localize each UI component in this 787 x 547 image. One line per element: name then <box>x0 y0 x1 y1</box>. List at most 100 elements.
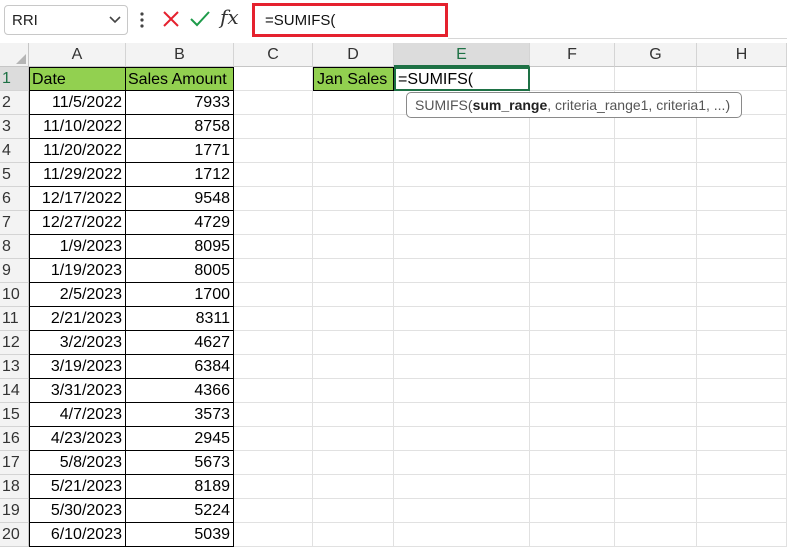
cell-c6[interactable] <box>234 187 313 211</box>
cell-e13[interactable] <box>394 355 530 379</box>
cell-f5[interactable] <box>530 163 615 187</box>
cell-c19[interactable] <box>234 499 313 523</box>
cell-g8[interactable] <box>615 235 697 259</box>
column-header-f[interactable]: F <box>530 43 615 67</box>
cell-h4[interactable] <box>697 139 787 163</box>
cell-f9[interactable] <box>530 259 615 283</box>
cell-c13[interactable] <box>234 355 313 379</box>
cell-e10[interactable] <box>394 283 530 307</box>
cell-e16[interactable] <box>394 427 530 451</box>
column-header-b[interactable]: B <box>126 43 234 67</box>
cell-b11[interactable]: 8311 <box>126 307 234 331</box>
insert-function-icon[interactable]: fx <box>220 5 239 29</box>
cell-e15[interactable] <box>394 403 530 427</box>
cell-b13[interactable]: 6384 <box>126 355 234 379</box>
cell-d20[interactable] <box>313 523 394 547</box>
cell-a15[interactable]: 4/7/2023 <box>29 403 126 427</box>
cell-g13[interactable] <box>615 355 697 379</box>
cell-e17[interactable] <box>394 451 530 475</box>
cell-c18[interactable] <box>234 475 313 499</box>
cell-f15[interactable] <box>530 403 615 427</box>
cell-a2[interactable]: 11/5/2022 <box>29 91 126 115</box>
row-header-20[interactable]: 20 <box>0 523 29 547</box>
cell-d13[interactable] <box>313 355 394 379</box>
cell-c5[interactable] <box>234 163 313 187</box>
cell-b14[interactable]: 4366 <box>126 379 234 403</box>
cell-b16[interactable]: 2945 <box>126 427 234 451</box>
column-header-g[interactable]: G <box>615 43 697 67</box>
cell-e12[interactable] <box>394 331 530 355</box>
cell-c12[interactable] <box>234 331 313 355</box>
cell-d9[interactable] <box>313 259 394 283</box>
cell-b17[interactable]: 5673 <box>126 451 234 475</box>
cell-d16[interactable] <box>313 427 394 451</box>
cell-c1[interactable] <box>234 67 313 91</box>
cell-b20[interactable]: 5039 <box>126 523 234 547</box>
cell-h18[interactable] <box>697 475 787 499</box>
cell-g16[interactable] <box>615 427 697 451</box>
cell-b9[interactable]: 8005 <box>126 259 234 283</box>
cell-d18[interactable] <box>313 475 394 499</box>
cell-f19[interactable] <box>530 499 615 523</box>
cell-a11[interactable]: 2/21/2023 <box>29 307 126 331</box>
cell-g4[interactable] <box>615 139 697 163</box>
cell-a9[interactable]: 1/19/2023 <box>29 259 126 283</box>
cell-f20[interactable] <box>530 523 615 547</box>
cell-g1[interactable] <box>615 67 697 91</box>
cancel-icon[interactable] <box>160 8 182 30</box>
row-header-17[interactable]: 17 <box>0 451 29 475</box>
cell-h5[interactable] <box>697 163 787 187</box>
cell-g20[interactable] <box>615 523 697 547</box>
cell-e18[interactable] <box>394 475 530 499</box>
cell-f11[interactable] <box>530 307 615 331</box>
cell-b10[interactable]: 1700 <box>126 283 234 307</box>
cell-h3[interactable] <box>697 115 787 139</box>
cell-d7[interactable] <box>313 211 394 235</box>
cell-c17[interactable] <box>234 451 313 475</box>
row-header-3[interactable]: 3 <box>0 115 29 139</box>
cell-f6[interactable] <box>530 187 615 211</box>
cell-d2[interactable] <box>313 91 394 115</box>
row-header-8[interactable]: 8 <box>0 235 29 259</box>
cell-h19[interactable] <box>697 499 787 523</box>
cell-a8[interactable]: 1/9/2023 <box>29 235 126 259</box>
cell-g7[interactable] <box>615 211 697 235</box>
column-header-e[interactable]: E <box>394 43 530 67</box>
cell-b2[interactable]: 7933 <box>126 91 234 115</box>
cell-c8[interactable] <box>234 235 313 259</box>
cell-a10[interactable]: 2/5/2023 <box>29 283 126 307</box>
cell-f8[interactable] <box>530 235 615 259</box>
row-header-15[interactable]: 15 <box>0 403 29 427</box>
row-header-11[interactable]: 11 <box>0 307 29 331</box>
column-header-h[interactable]: H <box>697 43 787 67</box>
cell-e5[interactable] <box>394 163 530 187</box>
cell-h7[interactable] <box>697 211 787 235</box>
cell-e14[interactable] <box>394 379 530 403</box>
select-all-corner[interactable] <box>0 43 29 67</box>
cell-f18[interactable] <box>530 475 615 499</box>
formula-input[interactable]: =SUMIFS( <box>252 3 448 37</box>
cell-g19[interactable] <box>615 499 697 523</box>
cell-c4[interactable] <box>234 139 313 163</box>
cell-e3[interactable] <box>394 115 530 139</box>
row-header-18[interactable]: 18 <box>0 475 29 499</box>
row-header-1[interactable]: 1 <box>0 67 29 91</box>
date-column-header[interactable]: Date <box>29 67 126 91</box>
cell-c11[interactable] <box>234 307 313 331</box>
row-header-4[interactable]: 4 <box>0 139 29 163</box>
cell-h20[interactable] <box>697 523 787 547</box>
cell-d5[interactable] <box>313 163 394 187</box>
cell-d4[interactable] <box>313 139 394 163</box>
row-header-14[interactable]: 14 <box>0 379 29 403</box>
row-header-5[interactable]: 5 <box>0 163 29 187</box>
cell-e20[interactable] <box>394 523 530 547</box>
cell-d10[interactable] <box>313 283 394 307</box>
active-cell-e1[interactable]: =SUMIFS( <box>394 67 530 91</box>
cell-c7[interactable] <box>234 211 313 235</box>
cell-d3[interactable] <box>313 115 394 139</box>
cell-g17[interactable] <box>615 451 697 475</box>
cell-h14[interactable] <box>697 379 787 403</box>
cell-a19[interactable]: 5/30/2023 <box>29 499 126 523</box>
cell-e8[interactable] <box>394 235 530 259</box>
cell-a12[interactable]: 3/2/2023 <box>29 331 126 355</box>
